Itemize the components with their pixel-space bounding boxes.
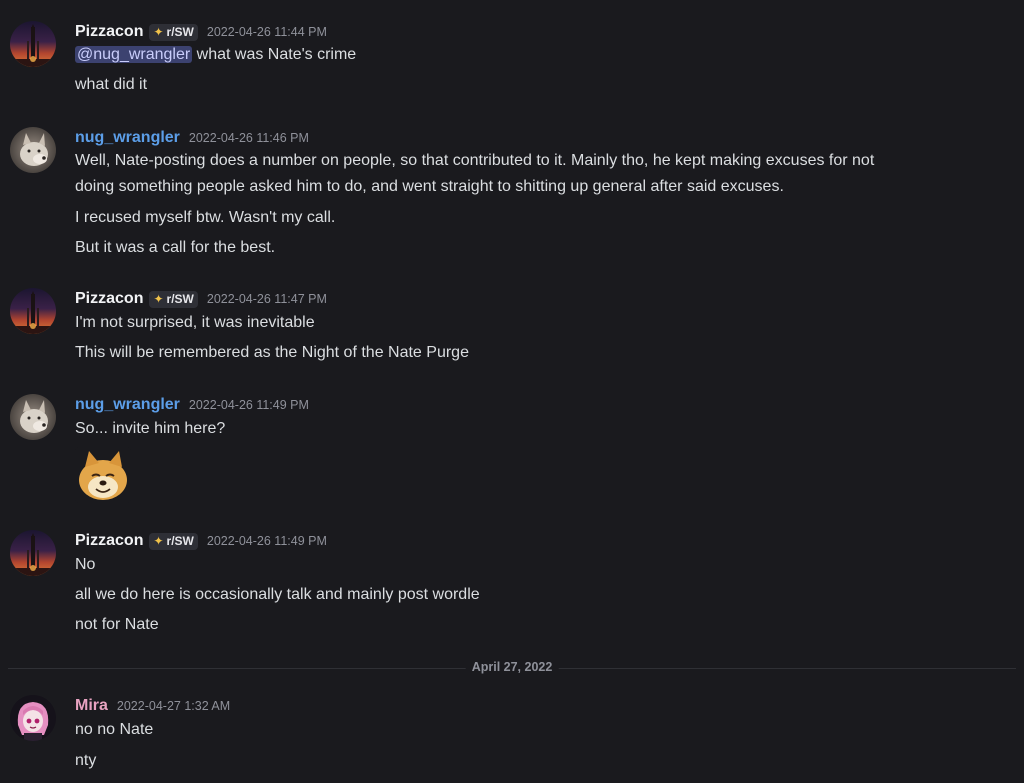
message-text: not for Nate [75, 616, 159, 633]
server-tag-label: r/SW [166, 292, 194, 306]
timestamp[interactable]: 2022-04-26 11:49 PM [207, 534, 327, 548]
message-text: Well, Nate-posting does a number on peop… [75, 152, 875, 169]
timestamp[interactable]: 2022-04-26 11:47 PM [207, 292, 327, 306]
rocket-launch-icon [10, 21, 56, 67]
message-text: all we do here is occasionally talk and … [75, 586, 480, 603]
username[interactable]: Pizzacon [75, 532, 143, 550]
sparkle-icon: ✦ [153, 534, 164, 548]
user-mention[interactable]: @nug_wrangler [75, 46, 193, 63]
avatar-pizzacon[interactable] [10, 288, 56, 334]
server-tag-label: r/SW [166, 25, 194, 39]
rocket-launch-icon [10, 530, 56, 576]
message-header: Pizzacon ✦ r/SW 2022-04-26 11:47 PM [75, 288, 327, 310]
timestamp[interactable]: 2022-04-26 11:49 PM [189, 398, 309, 412]
cheems-doge-emoji[interactable] [75, 447, 131, 503]
timestamp[interactable]: 2022-04-27 1:32 AM [117, 699, 230, 713]
message-text: doing something people asked him to do, … [75, 178, 784, 195]
message-text: This will be remembered as the Night of … [75, 344, 469, 361]
server-tag[interactable]: ✦ r/SW [149, 290, 198, 308]
message-text: no no Nate [75, 721, 154, 738]
message-header: nug_wrangler 2022-04-26 11:46 PM [75, 127, 309, 149]
message-text: @nug_wrangler what was Nate's crime [75, 42, 356, 68]
message-text: I'm not surprised, it was inevitable [75, 314, 315, 331]
username[interactable]: Mira [75, 697, 108, 715]
server-tag-label: r/SW [166, 534, 194, 548]
server-tag[interactable]: ✦ r/SW [149, 23, 198, 41]
avatar-mira[interactable] [10, 695, 56, 741]
message-header: Pizzacon ✦ r/SW 2022-04-26 11:49 PM [75, 530, 327, 552]
message-header: nug_wrangler 2022-04-26 11:49 PM [75, 394, 309, 416]
avatar-pizzacon[interactable] [10, 21, 56, 67]
sparkle-icon: ✦ [153, 25, 164, 39]
avatar-pizzacon[interactable] [10, 530, 56, 576]
message-text: what did it [75, 76, 148, 93]
username[interactable]: Pizzacon [75, 290, 143, 308]
avatar-nug-wrangler[interactable] [10, 394, 56, 440]
username[interactable]: nug_wrangler [75, 396, 180, 414]
message-text: nty [75, 752, 97, 769]
message-text-fragment: what was Nate's crime [196, 46, 357, 63]
message-header: Mira 2022-04-27 1:32 AM [75, 695, 230, 717]
wolf-icon [10, 394, 56, 440]
message-text: I recused myself btw. Wasn't my call. [75, 209, 336, 226]
chat-messages: Pizzacon ✦ r/SW 2022-04-26 11:44 PM @nug… [0, 0, 1024, 783]
timestamp[interactable]: 2022-04-26 11:46 PM [189, 131, 309, 145]
sparkle-icon: ✦ [153, 292, 164, 306]
date-divider-label: April 27, 2022 [465, 660, 559, 674]
rocket-launch-icon [10, 288, 56, 334]
username[interactable]: nug_wrangler [75, 129, 180, 147]
timestamp[interactable]: 2022-04-26 11:44 PM [207, 25, 327, 39]
doge-icon [75, 447, 131, 503]
message-header: Pizzacon ✦ r/SW 2022-04-26 11:44 PM [75, 21, 327, 43]
server-tag[interactable]: ✦ r/SW [149, 532, 198, 550]
username[interactable]: Pizzacon [75, 23, 143, 41]
wolf-icon [10, 127, 56, 173]
message-text: No [75, 556, 96, 573]
avatar-nug-wrangler[interactable] [10, 127, 56, 173]
anime-girl-icon [10, 695, 56, 741]
message-text: But it was a call for the best. [75, 239, 276, 256]
message-text: So... invite him here? [75, 420, 226, 437]
